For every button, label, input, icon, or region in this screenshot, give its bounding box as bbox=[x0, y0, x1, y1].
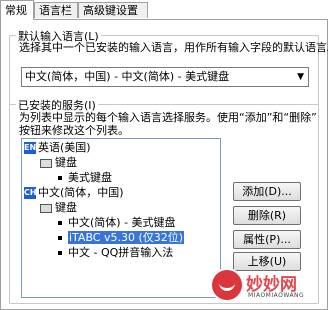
tree-node-qq-pinyin[interactable]: 中文 - QQ拼音输入法 bbox=[58, 246, 173, 260]
tab-advanced-key-settings[interactable]: 高级键设置 bbox=[78, 2, 148, 18]
bullet-icon bbox=[58, 176, 62, 180]
bullet-icon bbox=[58, 221, 62, 225]
tree-node-ch-keyboard[interactable]: 键盘 bbox=[40, 201, 77, 215]
tree-node-en-keyboard-label: 键盘 bbox=[55, 156, 77, 169]
keyboard-icon bbox=[40, 158, 52, 168]
tree-node-ch-keyboard-label: 键盘 bbox=[55, 201, 77, 214]
tree-node-ch-us-layout[interactable]: 中文(简体) - 美式键盘 bbox=[58, 216, 176, 230]
bullet-icon bbox=[58, 251, 62, 255]
smile-logo-icon bbox=[212, 270, 242, 300]
tree-node-itabc[interactable]: iTABC v5.30 (仅32位) bbox=[58, 230, 186, 245]
tab-strip: 常规 语言栏 高级键设置 bbox=[0, 0, 328, 20]
default-language-select[interactable]: 中文(简体，中国) - 中文(简体) - 美式键盘 ▼ bbox=[21, 67, 309, 87]
tab-language-bar[interactable]: 语言栏 bbox=[34, 2, 78, 18]
add-button[interactable]: 添加(D)... bbox=[233, 182, 301, 201]
en-language-icon: EN bbox=[24, 142, 37, 154]
default-language-selected-value: 中文(简体，中国) - 中文(简体) - 美式键盘 bbox=[25, 70, 230, 83]
tree-node-en-keyboard[interactable]: 键盘 bbox=[40, 156, 77, 170]
tab-general[interactable]: 常规 bbox=[0, 0, 34, 20]
tree-node-english[interactable]: EN 英语(美国) bbox=[24, 141, 91, 155]
keyboard-icon bbox=[40, 203, 52, 213]
tree-node-english-label: 英语(美国) bbox=[38, 141, 91, 154]
ch-language-icon: CH bbox=[24, 187, 37, 199]
tree-node-itabc-label: iTABC v5.30 (仅32位) bbox=[66, 230, 186, 245]
tree-node-qq-pinyin-label: 中文 - QQ拼音输入法 bbox=[68, 246, 174, 259]
installed-services-description-2: 按钮来修改这个列表。 bbox=[19, 124, 129, 137]
tree-node-chinese[interactable]: CH中文(简体，中国) bbox=[24, 186, 124, 200]
watermark-logo: 妙妙网 MIAOMIAOWANG bbox=[212, 266, 320, 306]
tree-node-chinese-label: 中文(简体，中国) bbox=[38, 186, 124, 199]
remove-button[interactable]: 删除(R) bbox=[233, 206, 301, 225]
chevron-down-icon[interactable]: ▼ bbox=[297, 68, 304, 86]
bullet-icon bbox=[58, 236, 62, 240]
tree-node-en-us-layout[interactable]: 美式键盘 bbox=[58, 171, 112, 185]
tree-node-ch-us-layout-label: 中文(简体) - 美式键盘 bbox=[68, 216, 176, 229]
installed-services-tree[interactable]: EN 英语(美国) 键盘 美式键盘 CH中文(简体，中国) 键盘 中文(简体) -… bbox=[21, 138, 221, 298]
properties-button[interactable]: 属性(P)... bbox=[233, 230, 301, 249]
default-language-description: 选择其中一个已安装的输入语言，用作所有输入字段的默认语言。 bbox=[19, 41, 328, 54]
watermark-subtext: MIAOMIAOWANG bbox=[248, 292, 305, 299]
tree-node-en-us-layout-label: 美式键盘 bbox=[68, 171, 112, 184]
